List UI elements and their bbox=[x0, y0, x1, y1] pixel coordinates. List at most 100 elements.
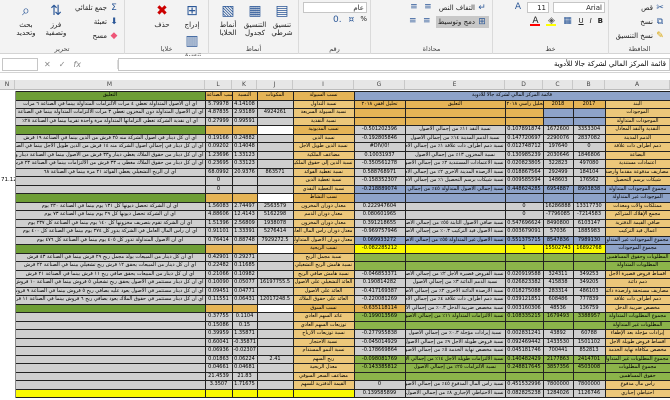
cell-I[interactable]: نسبة تغطية الفوائد bbox=[292, 167, 355, 177]
grow-font-icon[interactable]: A bbox=[513, 2, 523, 12]
cell-D[interactable]: 0.020919588 bbox=[504, 269, 544, 279]
insert-button[interactable]: ⊞ إدراج bbox=[179, 2, 205, 30]
cell-I[interactable]: نسبة هامش صافي الربح bbox=[292, 269, 355, 279]
percent-button[interactable]: % bbox=[360, 15, 367, 25]
cell-N[interactable] bbox=[0, 253, 16, 262]
cell-N[interactable]: 71.12 bbox=[0, 176, 16, 185]
fx-icon[interactable]: fx bbox=[73, 60, 81, 69]
cell-L[interactable]: 0.60041 bbox=[204, 337, 233, 347]
cell-M[interactable] bbox=[14, 244, 206, 254]
cell-K[interactable]: 0.06224 bbox=[231, 354, 258, 364]
cell-N[interactable] bbox=[0, 108, 16, 117]
cell-C[interactable]: 7800000 bbox=[542, 380, 574, 390]
cell-D[interactable]: 0.045181746 bbox=[504, 346, 544, 356]
cell-N[interactable] bbox=[0, 219, 16, 228]
cell-E[interactable] bbox=[404, 210, 506, 220]
cell-N[interactable] bbox=[0, 168, 16, 177]
cell-C[interactable]: 322823 bbox=[542, 159, 574, 169]
cell-D[interactable]: 0.039121851 bbox=[504, 295, 544, 305]
cell-M[interactable] bbox=[14, 320, 206, 330]
cell-D[interactable] bbox=[504, 252, 544, 262]
cell-K[interactable]: 0.29271 bbox=[231, 252, 258, 262]
cell-C[interactable]: 3857356 bbox=[542, 363, 574, 373]
delete-button[interactable]: ✖ حذف bbox=[149, 2, 175, 30]
cell-J[interactable] bbox=[256, 346, 294, 356]
cell-A[interactable]: مجموع الموجودات bbox=[604, 244, 670, 254]
column-header-M[interactable]: M bbox=[15, 80, 205, 89]
cell-I[interactable]: معدل دوران الأصول المتداولة bbox=[292, 235, 355, 245]
cell-J[interactable] bbox=[256, 176, 294, 186]
cell-M[interactable]: أي أن كل دينار في إجمالي أصول الشركة منه… bbox=[14, 142, 206, 152]
cell-L[interactable]: 0.10090 bbox=[204, 278, 233, 288]
cell-D[interactable]: 0.147720697 bbox=[504, 133, 544, 143]
cell-I[interactable]: نسب السوق bbox=[292, 303, 355, 313]
cell-J[interactable] bbox=[256, 142, 294, 152]
cell-E[interactable]: نسبة مخصص نهاية الخدمة ٥٪ من إجمالي الأص… bbox=[404, 346, 506, 356]
cell-M[interactable]: أي أن الشركة تحصل ديونها كل ٢٩ يوم بينما… bbox=[14, 210, 206, 220]
cell-J[interactable]: 2.41 bbox=[256, 354, 294, 364]
cell-N[interactable] bbox=[0, 304, 16, 313]
cell-J[interactable]: المكونات bbox=[256, 91, 294, 101]
cell-J[interactable] bbox=[256, 99, 294, 109]
cell-M[interactable]: أي أن كل دينار مستثمر في الأصول يحقق ربح… bbox=[14, 278, 206, 288]
cell-B[interactable]: 176562 bbox=[572, 176, 606, 186]
cell-M[interactable]: أي أن الأصول المتداولة تدور كل ٤٠٥ يوم ب… bbox=[14, 235, 206, 245]
cell-C[interactable]: 16286888 bbox=[542, 201, 574, 211]
cell-J[interactable] bbox=[256, 133, 294, 143]
cell-L[interactable]: 1.23696 bbox=[204, 150, 233, 160]
cell-L[interactable]: 3.3507 bbox=[204, 380, 233, 390]
cell-I[interactable]: معدل دوران الذمم bbox=[292, 210, 355, 220]
merge-center-button[interactable]: ⊞ دمج وتوسيط bbox=[435, 16, 489, 28]
cell-M[interactable] bbox=[14, 337, 206, 347]
cell-B[interactable]: 3388957 bbox=[572, 312, 606, 322]
decimal-icon[interactable]: .0 bbox=[332, 15, 342, 25]
cell-J[interactable]: 7929272.5 bbox=[256, 235, 294, 245]
cell-J[interactable]: 863571 bbox=[256, 167, 294, 177]
cell-G[interactable]: -0.969757946 bbox=[353, 227, 406, 237]
cell-K[interactable]: 2.93189 bbox=[231, 108, 258, 118]
cell-D[interactable]: 0.082825238 bbox=[504, 388, 544, 398]
cell-I[interactable]: نسبة الدين إلى حقوق الملكية bbox=[292, 159, 355, 169]
cell-M[interactable]: أي أن رأس المال العامل في الشركة يدور كل… bbox=[14, 227, 206, 237]
cell-D[interactable]: 0 bbox=[504, 201, 544, 211]
cell-N[interactable] bbox=[0, 91, 16, 100]
cell-J[interactable] bbox=[256, 159, 294, 169]
cell-N[interactable] bbox=[0, 202, 16, 211]
cell-K[interactable]: 1.33123 bbox=[231, 150, 258, 160]
format-painter-button[interactable]: ✎ نسخ التنسيق bbox=[614, 30, 667, 42]
cell-M[interactable]: أي أن الشركة تحصل ديونها كل ١٣١ يوم بينم… bbox=[14, 201, 206, 211]
cell-J[interactable] bbox=[256, 303, 294, 313]
cell-E[interactable]: نسبة الاعتمادات المستندية ٢٪ من إجمالي ا… bbox=[404, 159, 506, 169]
cell-N[interactable] bbox=[0, 100, 16, 109]
cell-J[interactable] bbox=[256, 337, 294, 347]
cell-J[interactable] bbox=[256, 320, 294, 330]
cell-E[interactable]: نسبة الاحتياطي الإجباري ٨٪ من إجمالي الأ… bbox=[404, 388, 506, 398]
cell-I[interactable]: معدل دوران المخزون bbox=[292, 218, 355, 228]
cell-B[interactable]: 497080 bbox=[572, 159, 606, 169]
cell-A[interactable]: مصاريف مستحقة وأرصدة دائنة أخرى bbox=[604, 286, 670, 296]
cell-I[interactable]: العائد على الأصول bbox=[292, 286, 355, 296]
cell-I[interactable]: نسب الربحية bbox=[292, 244, 355, 254]
cell-B[interactable]: 60788 bbox=[572, 329, 606, 339]
cell-A[interactable]: صافي القيمة الدفترية bbox=[604, 218, 670, 228]
cell-N[interactable] bbox=[0, 278, 16, 287]
cell-K[interactable]: 0.05077 bbox=[231, 278, 258, 288]
cell-N[interactable] bbox=[0, 227, 16, 236]
cell-A[interactable]: شيكات برسم التحصيل bbox=[604, 176, 670, 186]
cell-N[interactable] bbox=[0, 372, 16, 381]
cell-J[interactable] bbox=[256, 329, 294, 339]
cell-B[interactable]: 349205 bbox=[572, 278, 606, 288]
cell-B[interactable] bbox=[572, 252, 606, 262]
cell-L[interactable]: 0.09202 bbox=[204, 142, 233, 152]
cell-A[interactable]: المطلوبات المتداولة bbox=[604, 261, 670, 271]
cell-E[interactable]: نسبة الذمم المدينة ١٤٪ من إجمالي الأصول bbox=[404, 133, 506, 143]
cell-N[interactable] bbox=[0, 338, 16, 347]
cell-B[interactable]: 8903838 bbox=[572, 184, 606, 194]
cell-E[interactable] bbox=[404, 320, 506, 330]
cell-E[interactable]: نسبة المخزون ١٣٪ من إجمالي الأصول bbox=[404, 150, 506, 160]
cell-C[interactable] bbox=[542, 320, 574, 330]
cell-G[interactable]: 0.391218655 bbox=[353, 218, 406, 228]
cell-C[interactable]: 700441 bbox=[542, 346, 574, 356]
cell-N[interactable] bbox=[0, 295, 16, 304]
cell-L[interactable]: 4.88606 bbox=[204, 210, 233, 220]
